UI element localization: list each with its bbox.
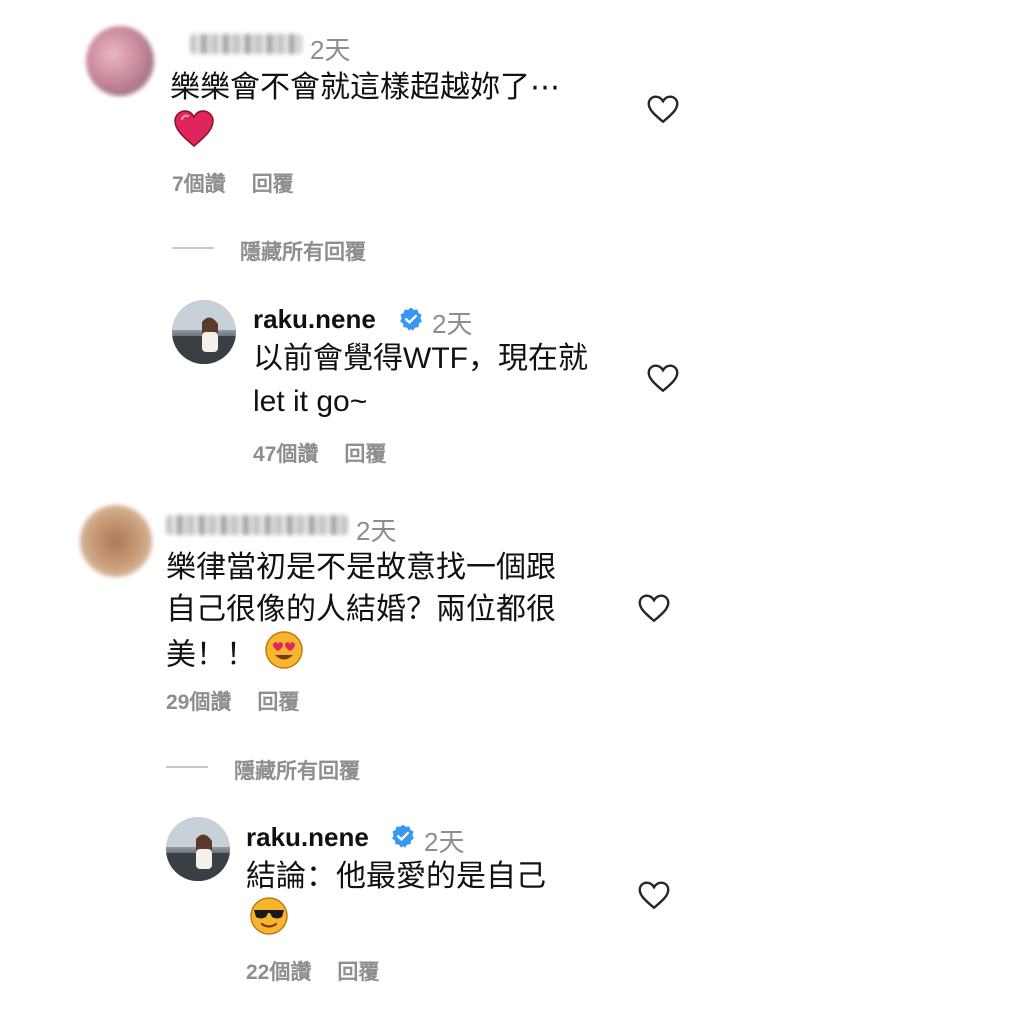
commenter-avatar[interactable] bbox=[80, 505, 152, 577]
divider-line bbox=[172, 247, 214, 249]
like-heart-icon[interactable] bbox=[636, 877, 672, 913]
reply-time: 2天 bbox=[424, 827, 465, 857]
comment-text: 樂樂會不會就這樣超越妳了⋯ bbox=[170, 71, 560, 104]
comment-text-line1: 樂律當初是不是故意找一個跟 bbox=[166, 551, 556, 584]
reply-meta: 47個讚 回覆 bbox=[253, 438, 412, 468]
comment-time: 2天 bbox=[356, 516, 397, 546]
commenter-username-blurred[interactable] bbox=[166, 515, 348, 535]
reply-username[interactable]: raku.nene bbox=[246, 822, 369, 853]
reply-text-line1: 結論：他最愛的是自己 bbox=[246, 860, 546, 893]
reply-avatar[interactable] bbox=[172, 300, 236, 364]
heart-eyes-emoji bbox=[264, 630, 304, 683]
like-heart-icon[interactable] bbox=[645, 91, 681, 127]
hide-replies-button[interactable]: 隱藏所有回覆 bbox=[234, 755, 360, 785]
like-heart-icon[interactable] bbox=[636, 590, 672, 626]
reply-meta: 22個讚 回覆 bbox=[246, 956, 405, 986]
reply-avatar[interactable] bbox=[166, 817, 230, 881]
likes-count[interactable]: 47個讚 bbox=[253, 443, 318, 466]
comment-meta: 29個讚 回覆 bbox=[166, 686, 325, 716]
reply-button[interactable]: 回覆 bbox=[252, 173, 294, 196]
commenter-avatar[interactable] bbox=[86, 26, 154, 96]
hide-replies-button[interactable]: 隱藏所有回覆 bbox=[240, 236, 366, 266]
comment-text-line3-text: 美！！ bbox=[166, 638, 256, 672]
verified-badge-icon bbox=[390, 823, 416, 854]
comment-time: 2天 bbox=[310, 35, 351, 65]
red-heart-emoji bbox=[174, 110, 214, 153]
reply-button[interactable]: 回覆 bbox=[257, 691, 299, 714]
likes-count[interactable]: 7個讚 bbox=[172, 173, 226, 196]
divider-line bbox=[166, 766, 208, 768]
sunglasses-emoji bbox=[249, 896, 289, 941]
likes-count[interactable]: 29個讚 bbox=[166, 691, 231, 714]
reply-text-line2: let it go~ bbox=[253, 385, 368, 418]
reply-text-line1: 以前會覺得WTF，現在就 bbox=[253, 342, 588, 375]
reply-button[interactable]: 回覆 bbox=[344, 443, 386, 466]
reply-username[interactable]: raku.nene bbox=[253, 304, 376, 335]
commenter-username-blurred[interactable] bbox=[190, 34, 302, 54]
reply-button[interactable]: 回覆 bbox=[337, 961, 379, 984]
likes-count[interactable]: 22個讚 bbox=[246, 961, 311, 984]
verified-badge-icon bbox=[398, 306, 424, 337]
comment-meta: 7個讚 回覆 bbox=[172, 168, 320, 198]
reply-time: 2天 bbox=[432, 309, 473, 339]
comment-text-line2: 自己很像的人結婚？兩位都很 bbox=[166, 593, 556, 626]
like-heart-icon[interactable] bbox=[645, 360, 681, 396]
comment-text-line3: 美！！ bbox=[166, 630, 304, 683]
